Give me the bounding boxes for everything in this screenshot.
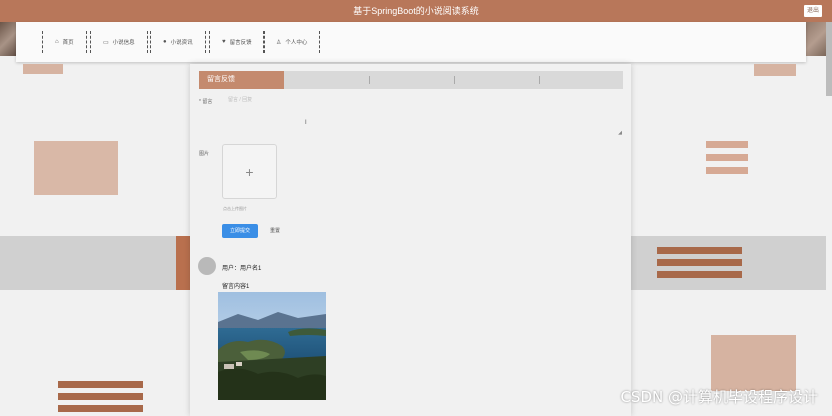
- decorative-block: [34, 141, 118, 195]
- decorative-stripe: [706, 154, 748, 161]
- nav-item-novel-news[interactable]: ● 小说资讯: [150, 31, 206, 53]
- decorative-stripe: [657, 271, 742, 278]
- news-icon: ●: [163, 39, 167, 45]
- message-label: * 留言: [199, 99, 213, 105]
- nav-item-label: 留言反馈: [229, 40, 252, 46]
- decorative-block: [754, 64, 796, 76]
- feed-image: [218, 292, 326, 400]
- message-textarea[interactable]: 留言 / 回复 I ◢: [224, 94, 624, 138]
- nav-item-feedback[interactable]: ♥ 留言反馈: [209, 31, 265, 53]
- tab-divider: [454, 76, 455, 84]
- nav-item-label: 个人中心: [285, 40, 308, 46]
- nav-item-label: 首页: [62, 40, 74, 46]
- nav-item-label: 小说信息: [112, 40, 135, 46]
- nav-item-personal-center[interactable]: ♙ 个人中心: [263, 31, 321, 53]
- upload-hint: 点击上传图片: [223, 206, 247, 211]
- home-icon: ⌂: [55, 39, 59, 45]
- decorative-stripe: [657, 247, 742, 254]
- nav-bar: ⌂ 首页 ▭ 小说信息 ● 小说资讯 ♥ 留言反馈 ♙ 个人中心: [16, 22, 806, 62]
- image-upload-button[interactable]: +: [222, 144, 277, 199]
- decorative-block: [711, 335, 796, 391]
- tab-feedback[interactable]: 留言反馈: [199, 71, 284, 89]
- plus-icon: +: [245, 163, 254, 180]
- avatar: [198, 257, 216, 275]
- decorative-stripe: [706, 141, 748, 148]
- book-icon: ▭: [103, 39, 109, 46]
- nav-item-home[interactable]: ⌂ 首页: [42, 31, 87, 53]
- tab-bar: 留言反馈: [199, 71, 623, 89]
- submit-button[interactable]: 立即提交: [222, 224, 258, 238]
- scrollbar-thumb[interactable]: [826, 22, 832, 96]
- decorative-block: [23, 64, 63, 74]
- image-label: 图片: [199, 151, 210, 157]
- tab-divider: [539, 76, 540, 84]
- exit-button[interactable]: 退出: [804, 5, 822, 17]
- text-cursor-icon: I: [305, 120, 307, 126]
- tab-divider: [369, 76, 370, 84]
- app-title: 基于SpringBoot的小说阅读系统: [353, 6, 479, 16]
- title-bar: 基于SpringBoot的小说阅读系统 退出: [0, 0, 832, 22]
- decorative-stripe: [657, 259, 742, 266]
- nav-item-label: 小说资讯: [170, 40, 193, 46]
- decorative-stripe: [58, 405, 143, 412]
- user-icon: ♙: [276, 39, 282, 46]
- feed-username: 用户：用户名1: [222, 266, 262, 272]
- nav-item-novel-info[interactable]: ▭ 小说信息: [90, 31, 148, 53]
- feedback-panel: 留言反馈 * 留言 留言 / 回复 I ◢ 图片 + 点击上传图片 立即提交 重…: [190, 64, 631, 416]
- decorative-stripe: [706, 167, 748, 174]
- resize-handle-icon[interactable]: ◢: [618, 130, 622, 136]
- decorative-stripe: [58, 393, 143, 400]
- lake-landscape-image: [218, 292, 326, 400]
- message-placeholder: 留言 / 回复: [228, 97, 253, 103]
- watermark-text: CSDN @计算机毕设程序设计: [620, 388, 818, 406]
- feed-content: 留言内容1: [222, 284, 250, 290]
- feedback-icon: ♥: [222, 39, 226, 45]
- reset-button[interactable]: 重置: [262, 224, 288, 238]
- decorative-stripe: [58, 381, 143, 388]
